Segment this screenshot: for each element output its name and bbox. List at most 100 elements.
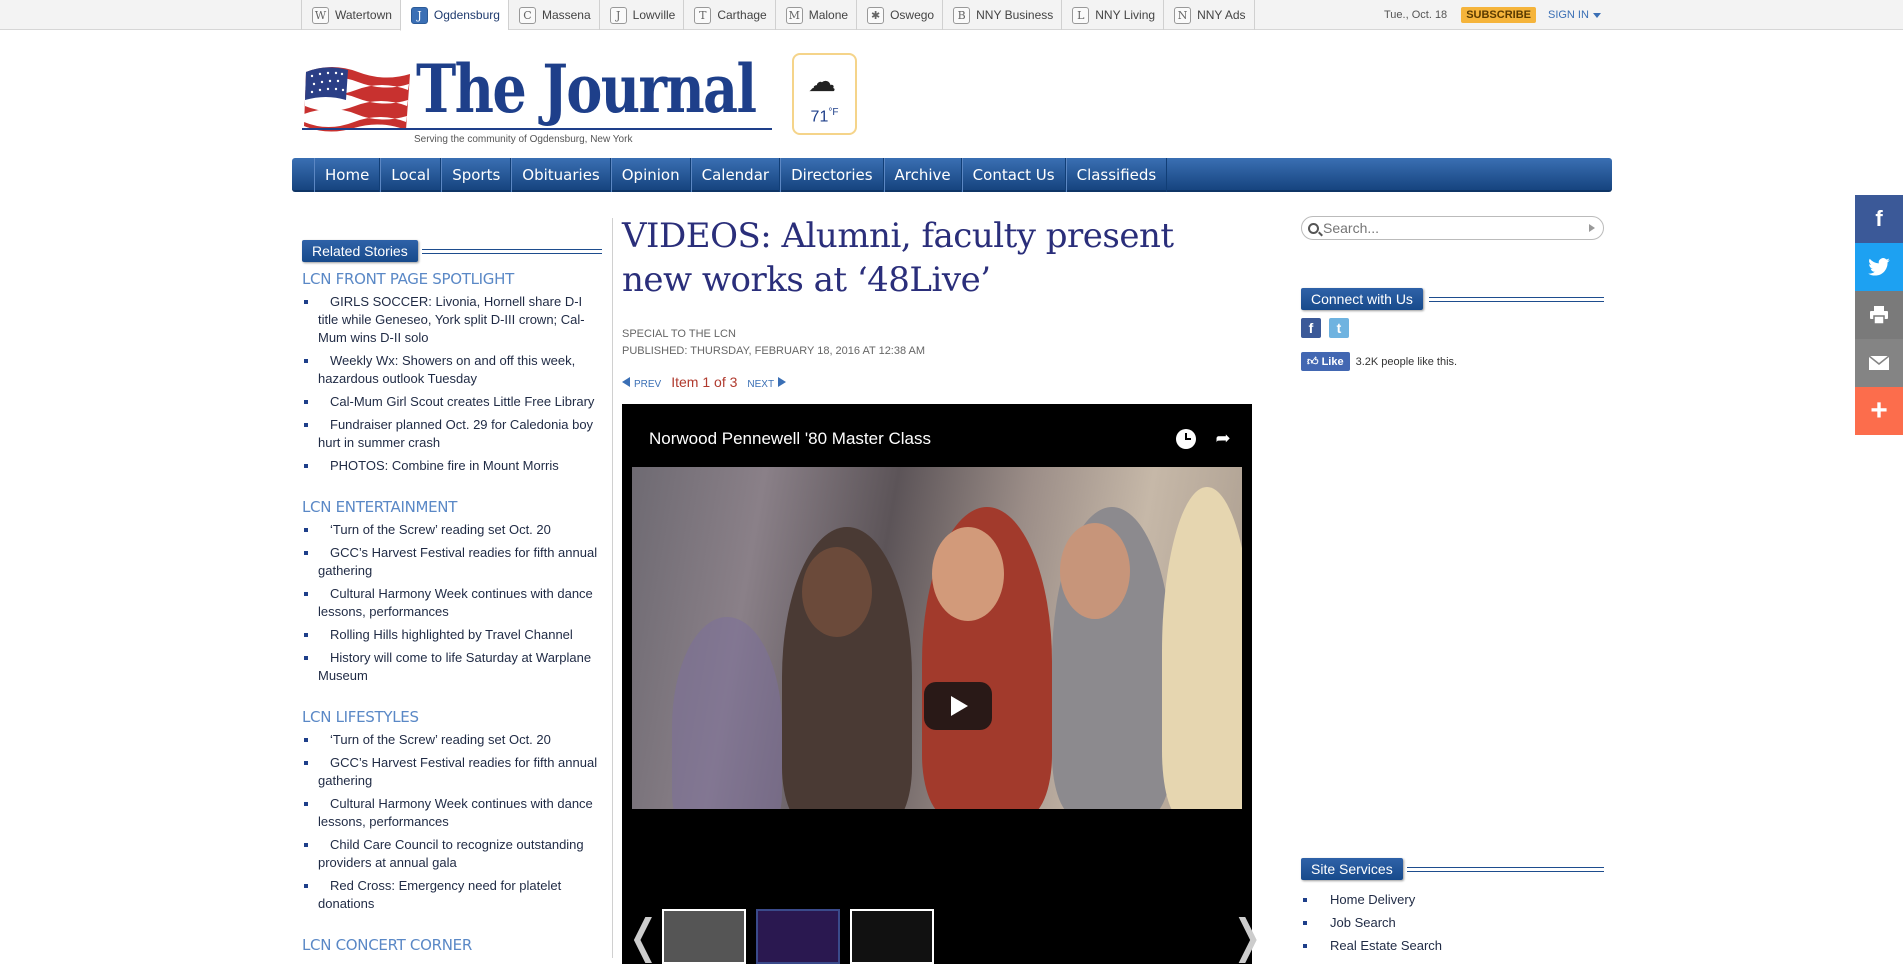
share-icon[interactable]: ➦	[1212, 428, 1234, 450]
weather-widget[interactable]: ☁ 71°F	[792, 53, 857, 135]
next-button[interactable]: NEXT	[747, 374, 787, 390]
story-link[interactable]: Red Cross: Emergency need for platelet d…	[302, 877, 602, 918]
nav-home[interactable]: Home	[314, 158, 381, 192]
site-logo[interactable]: The Journal Serving the community of Ogd…	[302, 50, 772, 148]
site-tab-label: NNY Business	[976, 8, 1054, 22]
story-link[interactable]: Fundraiser planned Oct. 29 for Caledonia…	[302, 416, 602, 457]
video-thumbnail[interactable]	[632, 467, 1242, 809]
nav-contact-us[interactable]: Contact Us	[961, 158, 1066, 192]
nav-obituaries[interactable]: Obituaries	[511, 158, 611, 192]
story-list: GIRLS SOCCER: Livonia, Hornell share D-I…	[302, 293, 602, 480]
facebook-icon[interactable]: f	[1301, 318, 1321, 338]
video-title[interactable]: Norwood Pennewell '80 Master Class	[649, 429, 931, 449]
story-link[interactable]: Cultural Harmony Week continues with dan…	[302, 795, 602, 836]
site-tab-label: Watertown	[335, 8, 392, 22]
category-title[interactable]: LCN LIFESTYLES	[302, 708, 602, 726]
watch-later-icon[interactable]	[1176, 429, 1196, 449]
share-twitter-button[interactable]	[1855, 243, 1903, 291]
service-link-real-estate-search[interactable]: Real Estate Search	[1301, 934, 1604, 957]
site-tab-oswego[interactable]: ✱ Oswego	[856, 0, 942, 30]
site-tab-malone[interactable]: M Malone	[774, 0, 856, 30]
story-link[interactable]: GCC’s Harvest Festival readies for fifth…	[302, 754, 602, 795]
nav-opinion[interactable]: Opinion	[610, 158, 691, 192]
nav-classifieds[interactable]: Classifieds	[1065, 158, 1168, 192]
story-link[interactable]: ‘Turn of the Screw’ reading set Oct. 20	[302, 731, 602, 754]
thumbnail-item[interactable]	[662, 909, 746, 964]
twitter-icon[interactable]: t	[1329, 318, 1349, 338]
site-tab-nny-ads[interactable]: N NNY Ads	[1163, 0, 1255, 30]
article-headline: VIDEOS: Alumni, faculty present new work…	[622, 216, 1174, 300]
share-facebook-button[interactable]: f	[1855, 195, 1903, 243]
heading-rule	[1407, 867, 1604, 872]
story-link[interactable]: Cultural Harmony Week continues with dan…	[302, 585, 602, 626]
story-link[interactable]: Rolling Hills highlighted by Travel Chan…	[302, 626, 602, 649]
site-tab-label: Lowville	[632, 8, 676, 22]
social-icons: f t	[1301, 318, 1604, 338]
site-tab-label: Carthage	[717, 8, 767, 22]
site-tab-nny-business[interactable]: B NNY Business	[942, 0, 1061, 30]
services-list: Home Delivery Job Search Real Estate Sea…	[1301, 888, 1604, 957]
thumbs-prev-icon[interactable]: ❬	[624, 909, 663, 963]
chevron-down-icon	[1592, 12, 1601, 18]
service-link-home-delivery[interactable]: Home Delivery	[1301, 888, 1604, 911]
like-button[interactable]: 👍︎ Like	[1301, 352, 1350, 371]
site-tab-label: NNY Ads	[1197, 8, 1246, 22]
thumbnail-item[interactable]	[756, 909, 840, 964]
story-link[interactable]: PHOTOS: Combine fire in Mount Morris	[302, 457, 602, 480]
nav-calendar[interactable]: Calendar	[690, 158, 781, 192]
search-submit-icon[interactable]	[1589, 224, 1595, 232]
site-tab-carthage[interactable]: T Carthage	[683, 0, 774, 30]
thumbs-next-icon[interactable]: ❭	[1228, 909, 1267, 963]
heading-rule	[422, 249, 602, 254]
prev-button[interactable]: PREV	[622, 374, 661, 390]
category-title[interactable]: LCN ENTERTAINMENT	[302, 498, 602, 516]
nny-business-logo-icon: B	[953, 6, 971, 24]
nav-sports[interactable]: Sports	[441, 158, 512, 192]
carthage-logo-icon: T	[694, 6, 712, 24]
more-share-button[interactable]: +	[1855, 387, 1903, 435]
story-link[interactable]: Cal-Mum Girl Scout creates Little Free L…	[302, 393, 602, 416]
site-tab-label: Oswego	[890, 8, 935, 22]
print-button[interactable]	[1855, 291, 1903, 339]
story-link[interactable]: History will come to life Saturday at Wa…	[302, 649, 602, 690]
american-flag-icon	[304, 67, 410, 132]
site-tab-ogdensburg[interactable]: J Ogdensburg	[399, 0, 508, 31]
site-tab-nny-living[interactable]: L NNY Living	[1061, 0, 1163, 30]
logo-rule	[302, 128, 772, 130]
story-link[interactable]: ‘Turn of the Screw’ reading set Oct. 20	[302, 521, 602, 544]
email-button[interactable]	[1855, 339, 1903, 387]
story-list: ‘Turn of the Screw’ reading set Oct. 20 …	[302, 731, 602, 918]
story-link[interactable]: GIRLS SOCCER: Livonia, Hornell share D-I…	[302, 293, 602, 352]
service-link-job-search[interactable]: Job Search	[1301, 911, 1604, 934]
category-title[interactable]: LCN CONCERT CORNER	[302, 936, 602, 954]
nny-living-logo-icon: L	[1072, 6, 1090, 24]
lowville-logo-icon: J	[609, 6, 627, 24]
video-player[interactable]: Norwood Pennewell '80 Master Class ➦ ❬ ❭	[622, 404, 1267, 964]
twitter-bird-icon	[1868, 258, 1890, 276]
story-link[interactable]: GCC’s Harvest Festival readies for fifth…	[302, 544, 602, 585]
account-area: Tue., Oct. 18 SUBSCRIBE SIGN IN	[1384, 0, 1601, 30]
sign-in-link[interactable]: SIGN IN	[1548, 9, 1601, 21]
article: VIDEOS: Alumni, faculty present new work…	[622, 214, 1267, 964]
story-link[interactable]: Child Care Council to recognize outstand…	[302, 836, 602, 877]
site-tab-label: Malone	[808, 8, 849, 22]
site-tab-watertown[interactable]: W Watertown	[301, 0, 400, 30]
byline-source: SPECIAL TO THE LCN	[622, 328, 736, 340]
site-tab-massena[interactable]: C Massena	[507, 0, 599, 30]
facebook-icon: f	[1875, 206, 1883, 231]
watertown-logo-icon: W	[312, 6, 329, 24]
category-title[interactable]: LCN FRONT PAGE SPOTLIGHT	[302, 270, 602, 288]
facebook-like: 👍︎ Like 3.2K people like this.	[1301, 352, 1604, 371]
nav-directories[interactable]: Directories	[780, 158, 884, 192]
section-heading-label: Related Stories	[302, 240, 418, 262]
prev-label: PREV	[634, 379, 662, 390]
story-link[interactable]: Weekly Wx: Showers on and off this week,…	[302, 352, 602, 393]
play-button[interactable]	[924, 682, 992, 730]
nav-local[interactable]: Local	[380, 158, 442, 192]
site-network-bar: W Watertown J Ogdensburg C Massena J Lowvill…	[0, 0, 1903, 31]
search-input[interactable]	[1323, 220, 1589, 236]
nav-archive[interactable]: Archive	[883, 158, 962, 192]
thumbnail-item[interactable]	[850, 909, 934, 964]
subscribe-button[interactable]: SUBSCRIBE	[1461, 7, 1536, 23]
site-tab-lowville[interactable]: J Lowville	[598, 0, 684, 30]
